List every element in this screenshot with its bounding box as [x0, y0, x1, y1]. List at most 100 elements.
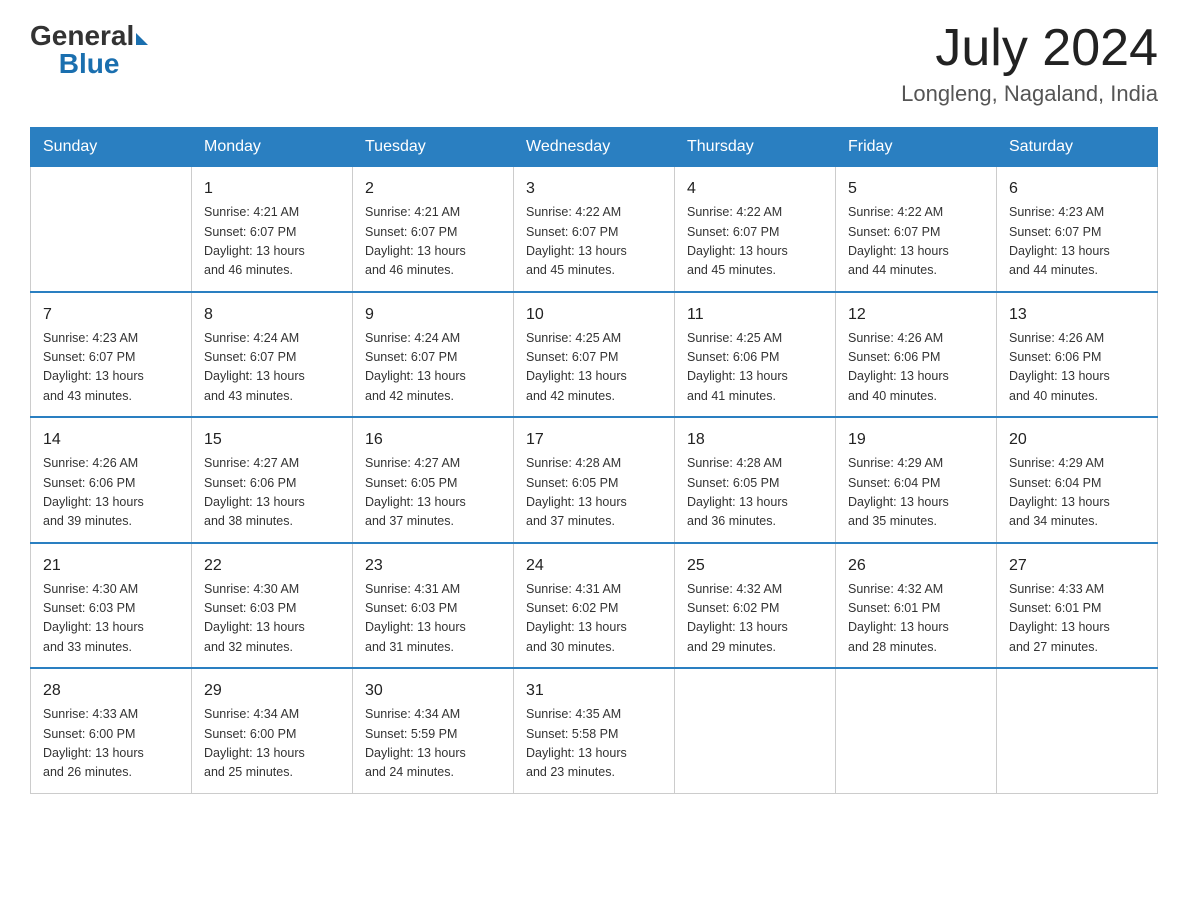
calendar-cell: 10Sunrise: 4:25 AMSunset: 6:07 PMDayligh…	[514, 292, 675, 418]
calendar-cell: 25Sunrise: 4:32 AMSunset: 6:02 PMDayligh…	[675, 543, 836, 669]
calendar-week-row: 21Sunrise: 4:30 AMSunset: 6:03 PMDayligh…	[31, 543, 1158, 669]
calendar-cell: 1Sunrise: 4:21 AMSunset: 6:07 PMDaylight…	[192, 167, 353, 292]
calendar-cell: 3Sunrise: 4:22 AMSunset: 6:07 PMDaylight…	[514, 167, 675, 292]
calendar-cell: 9Sunrise: 4:24 AMSunset: 6:07 PMDaylight…	[353, 292, 514, 418]
calendar-cell	[836, 668, 997, 793]
day-info: Sunrise: 4:31 AMSunset: 6:03 PMDaylight:…	[365, 580, 501, 658]
calendar-cell: 21Sunrise: 4:30 AMSunset: 6:03 PMDayligh…	[31, 543, 192, 669]
day-number: 28	[43, 679, 179, 703]
calendar-header-row: SundayMondayTuesdayWednesdayThursdayFrid…	[31, 128, 1158, 167]
calendar-cell: 8Sunrise: 4:24 AMSunset: 6:07 PMDaylight…	[192, 292, 353, 418]
day-number: 19	[848, 428, 984, 452]
day-info: Sunrise: 4:30 AMSunset: 6:03 PMDaylight:…	[43, 580, 179, 658]
day-number: 26	[848, 554, 984, 578]
day-header-saturday: Saturday	[997, 128, 1158, 167]
day-info: Sunrise: 4:29 AMSunset: 6:04 PMDaylight:…	[1009, 454, 1145, 532]
day-info: Sunrise: 4:32 AMSunset: 6:01 PMDaylight:…	[848, 580, 984, 658]
day-info: Sunrise: 4:24 AMSunset: 6:07 PMDaylight:…	[204, 329, 340, 407]
day-number: 31	[526, 679, 662, 703]
day-info: Sunrise: 4:22 AMSunset: 6:07 PMDaylight:…	[526, 203, 662, 281]
day-number: 18	[687, 428, 823, 452]
day-info: Sunrise: 4:33 AMSunset: 6:00 PMDaylight:…	[43, 705, 179, 783]
day-info: Sunrise: 4:22 AMSunset: 6:07 PMDaylight:…	[848, 203, 984, 281]
calendar-week-row: 28Sunrise: 4:33 AMSunset: 6:00 PMDayligh…	[31, 668, 1158, 793]
calendar-cell: 27Sunrise: 4:33 AMSunset: 6:01 PMDayligh…	[997, 543, 1158, 669]
day-info: Sunrise: 4:21 AMSunset: 6:07 PMDaylight:…	[365, 203, 501, 281]
calendar-cell: 30Sunrise: 4:34 AMSunset: 5:59 PMDayligh…	[353, 668, 514, 793]
calendar-week-row: 7Sunrise: 4:23 AMSunset: 6:07 PMDaylight…	[31, 292, 1158, 418]
day-info: Sunrise: 4:23 AMSunset: 6:07 PMDaylight:…	[43, 329, 179, 407]
day-number: 8	[204, 303, 340, 327]
day-info: Sunrise: 4:34 AMSunset: 6:00 PMDaylight:…	[204, 705, 340, 783]
day-header-sunday: Sunday	[31, 128, 192, 167]
calendar-cell: 20Sunrise: 4:29 AMSunset: 6:04 PMDayligh…	[997, 417, 1158, 543]
location-subtitle: Longleng, Nagaland, India	[901, 81, 1158, 107]
calendar-cell: 24Sunrise: 4:31 AMSunset: 6:02 PMDayligh…	[514, 543, 675, 669]
day-info: Sunrise: 4:26 AMSunset: 6:06 PMDaylight:…	[1009, 329, 1145, 407]
day-number: 13	[1009, 303, 1145, 327]
logo-triangle-icon	[136, 33, 148, 45]
calendar-cell: 2Sunrise: 4:21 AMSunset: 6:07 PMDaylight…	[353, 167, 514, 292]
day-header-monday: Monday	[192, 128, 353, 167]
day-info: Sunrise: 4:22 AMSunset: 6:07 PMDaylight:…	[687, 203, 823, 281]
day-number: 2	[365, 177, 501, 201]
day-number: 11	[687, 303, 823, 327]
calendar-cell	[31, 167, 192, 292]
title-section: July 2024 Longleng, Nagaland, India	[901, 20, 1158, 107]
day-header-wednesday: Wednesday	[514, 128, 675, 167]
month-year-title: July 2024	[901, 20, 1158, 77]
calendar-cell: 22Sunrise: 4:30 AMSunset: 6:03 PMDayligh…	[192, 543, 353, 669]
day-number: 5	[848, 177, 984, 201]
day-number: 6	[1009, 177, 1145, 201]
day-info: Sunrise: 4:30 AMSunset: 6:03 PMDaylight:…	[204, 580, 340, 658]
day-number: 17	[526, 428, 662, 452]
calendar-cell: 17Sunrise: 4:28 AMSunset: 6:05 PMDayligh…	[514, 417, 675, 543]
calendar-week-row: 14Sunrise: 4:26 AMSunset: 6:06 PMDayligh…	[31, 417, 1158, 543]
logo: General Blue	[30, 20, 148, 80]
day-info: Sunrise: 4:31 AMSunset: 6:02 PMDaylight:…	[526, 580, 662, 658]
day-header-friday: Friday	[836, 128, 997, 167]
calendar-cell: 26Sunrise: 4:32 AMSunset: 6:01 PMDayligh…	[836, 543, 997, 669]
day-header-tuesday: Tuesday	[353, 128, 514, 167]
calendar-cell: 15Sunrise: 4:27 AMSunset: 6:06 PMDayligh…	[192, 417, 353, 543]
calendar-cell: 31Sunrise: 4:35 AMSunset: 5:58 PMDayligh…	[514, 668, 675, 793]
calendar-cell: 18Sunrise: 4:28 AMSunset: 6:05 PMDayligh…	[675, 417, 836, 543]
day-number: 9	[365, 303, 501, 327]
day-number: 30	[365, 679, 501, 703]
day-info: Sunrise: 4:27 AMSunset: 6:06 PMDaylight:…	[204, 454, 340, 532]
day-info: Sunrise: 4:29 AMSunset: 6:04 PMDaylight:…	[848, 454, 984, 532]
calendar-cell	[675, 668, 836, 793]
calendar-week-row: 1Sunrise: 4:21 AMSunset: 6:07 PMDaylight…	[31, 167, 1158, 292]
day-number: 3	[526, 177, 662, 201]
day-number: 22	[204, 554, 340, 578]
day-number: 4	[687, 177, 823, 201]
calendar-cell: 4Sunrise: 4:22 AMSunset: 6:07 PMDaylight…	[675, 167, 836, 292]
day-number: 29	[204, 679, 340, 703]
calendar-cell: 23Sunrise: 4:31 AMSunset: 6:03 PMDayligh…	[353, 543, 514, 669]
day-number: 12	[848, 303, 984, 327]
calendar-cell: 28Sunrise: 4:33 AMSunset: 6:00 PMDayligh…	[31, 668, 192, 793]
day-number: 25	[687, 554, 823, 578]
calendar-cell	[997, 668, 1158, 793]
day-info: Sunrise: 4:25 AMSunset: 6:06 PMDaylight:…	[687, 329, 823, 407]
calendar-cell: 5Sunrise: 4:22 AMSunset: 6:07 PMDaylight…	[836, 167, 997, 292]
day-info: Sunrise: 4:24 AMSunset: 6:07 PMDaylight:…	[365, 329, 501, 407]
day-info: Sunrise: 4:26 AMSunset: 6:06 PMDaylight:…	[848, 329, 984, 407]
day-number: 20	[1009, 428, 1145, 452]
day-number: 14	[43, 428, 179, 452]
day-number: 7	[43, 303, 179, 327]
day-info: Sunrise: 4:25 AMSunset: 6:07 PMDaylight:…	[526, 329, 662, 407]
day-number: 16	[365, 428, 501, 452]
day-info: Sunrise: 4:21 AMSunset: 6:07 PMDaylight:…	[204, 203, 340, 281]
calendar-cell: 19Sunrise: 4:29 AMSunset: 6:04 PMDayligh…	[836, 417, 997, 543]
day-info: Sunrise: 4:32 AMSunset: 6:02 PMDaylight:…	[687, 580, 823, 658]
day-header-thursday: Thursday	[675, 128, 836, 167]
page-header: General Blue July 2024 Longleng, Nagalan…	[30, 20, 1158, 107]
day-info: Sunrise: 4:34 AMSunset: 5:59 PMDaylight:…	[365, 705, 501, 783]
calendar-cell: 6Sunrise: 4:23 AMSunset: 6:07 PMDaylight…	[997, 167, 1158, 292]
calendar-cell: 13Sunrise: 4:26 AMSunset: 6:06 PMDayligh…	[997, 292, 1158, 418]
day-info: Sunrise: 4:28 AMSunset: 6:05 PMDaylight:…	[687, 454, 823, 532]
day-number: 1	[204, 177, 340, 201]
day-number: 23	[365, 554, 501, 578]
logo-blue-text: Blue	[59, 48, 120, 80]
